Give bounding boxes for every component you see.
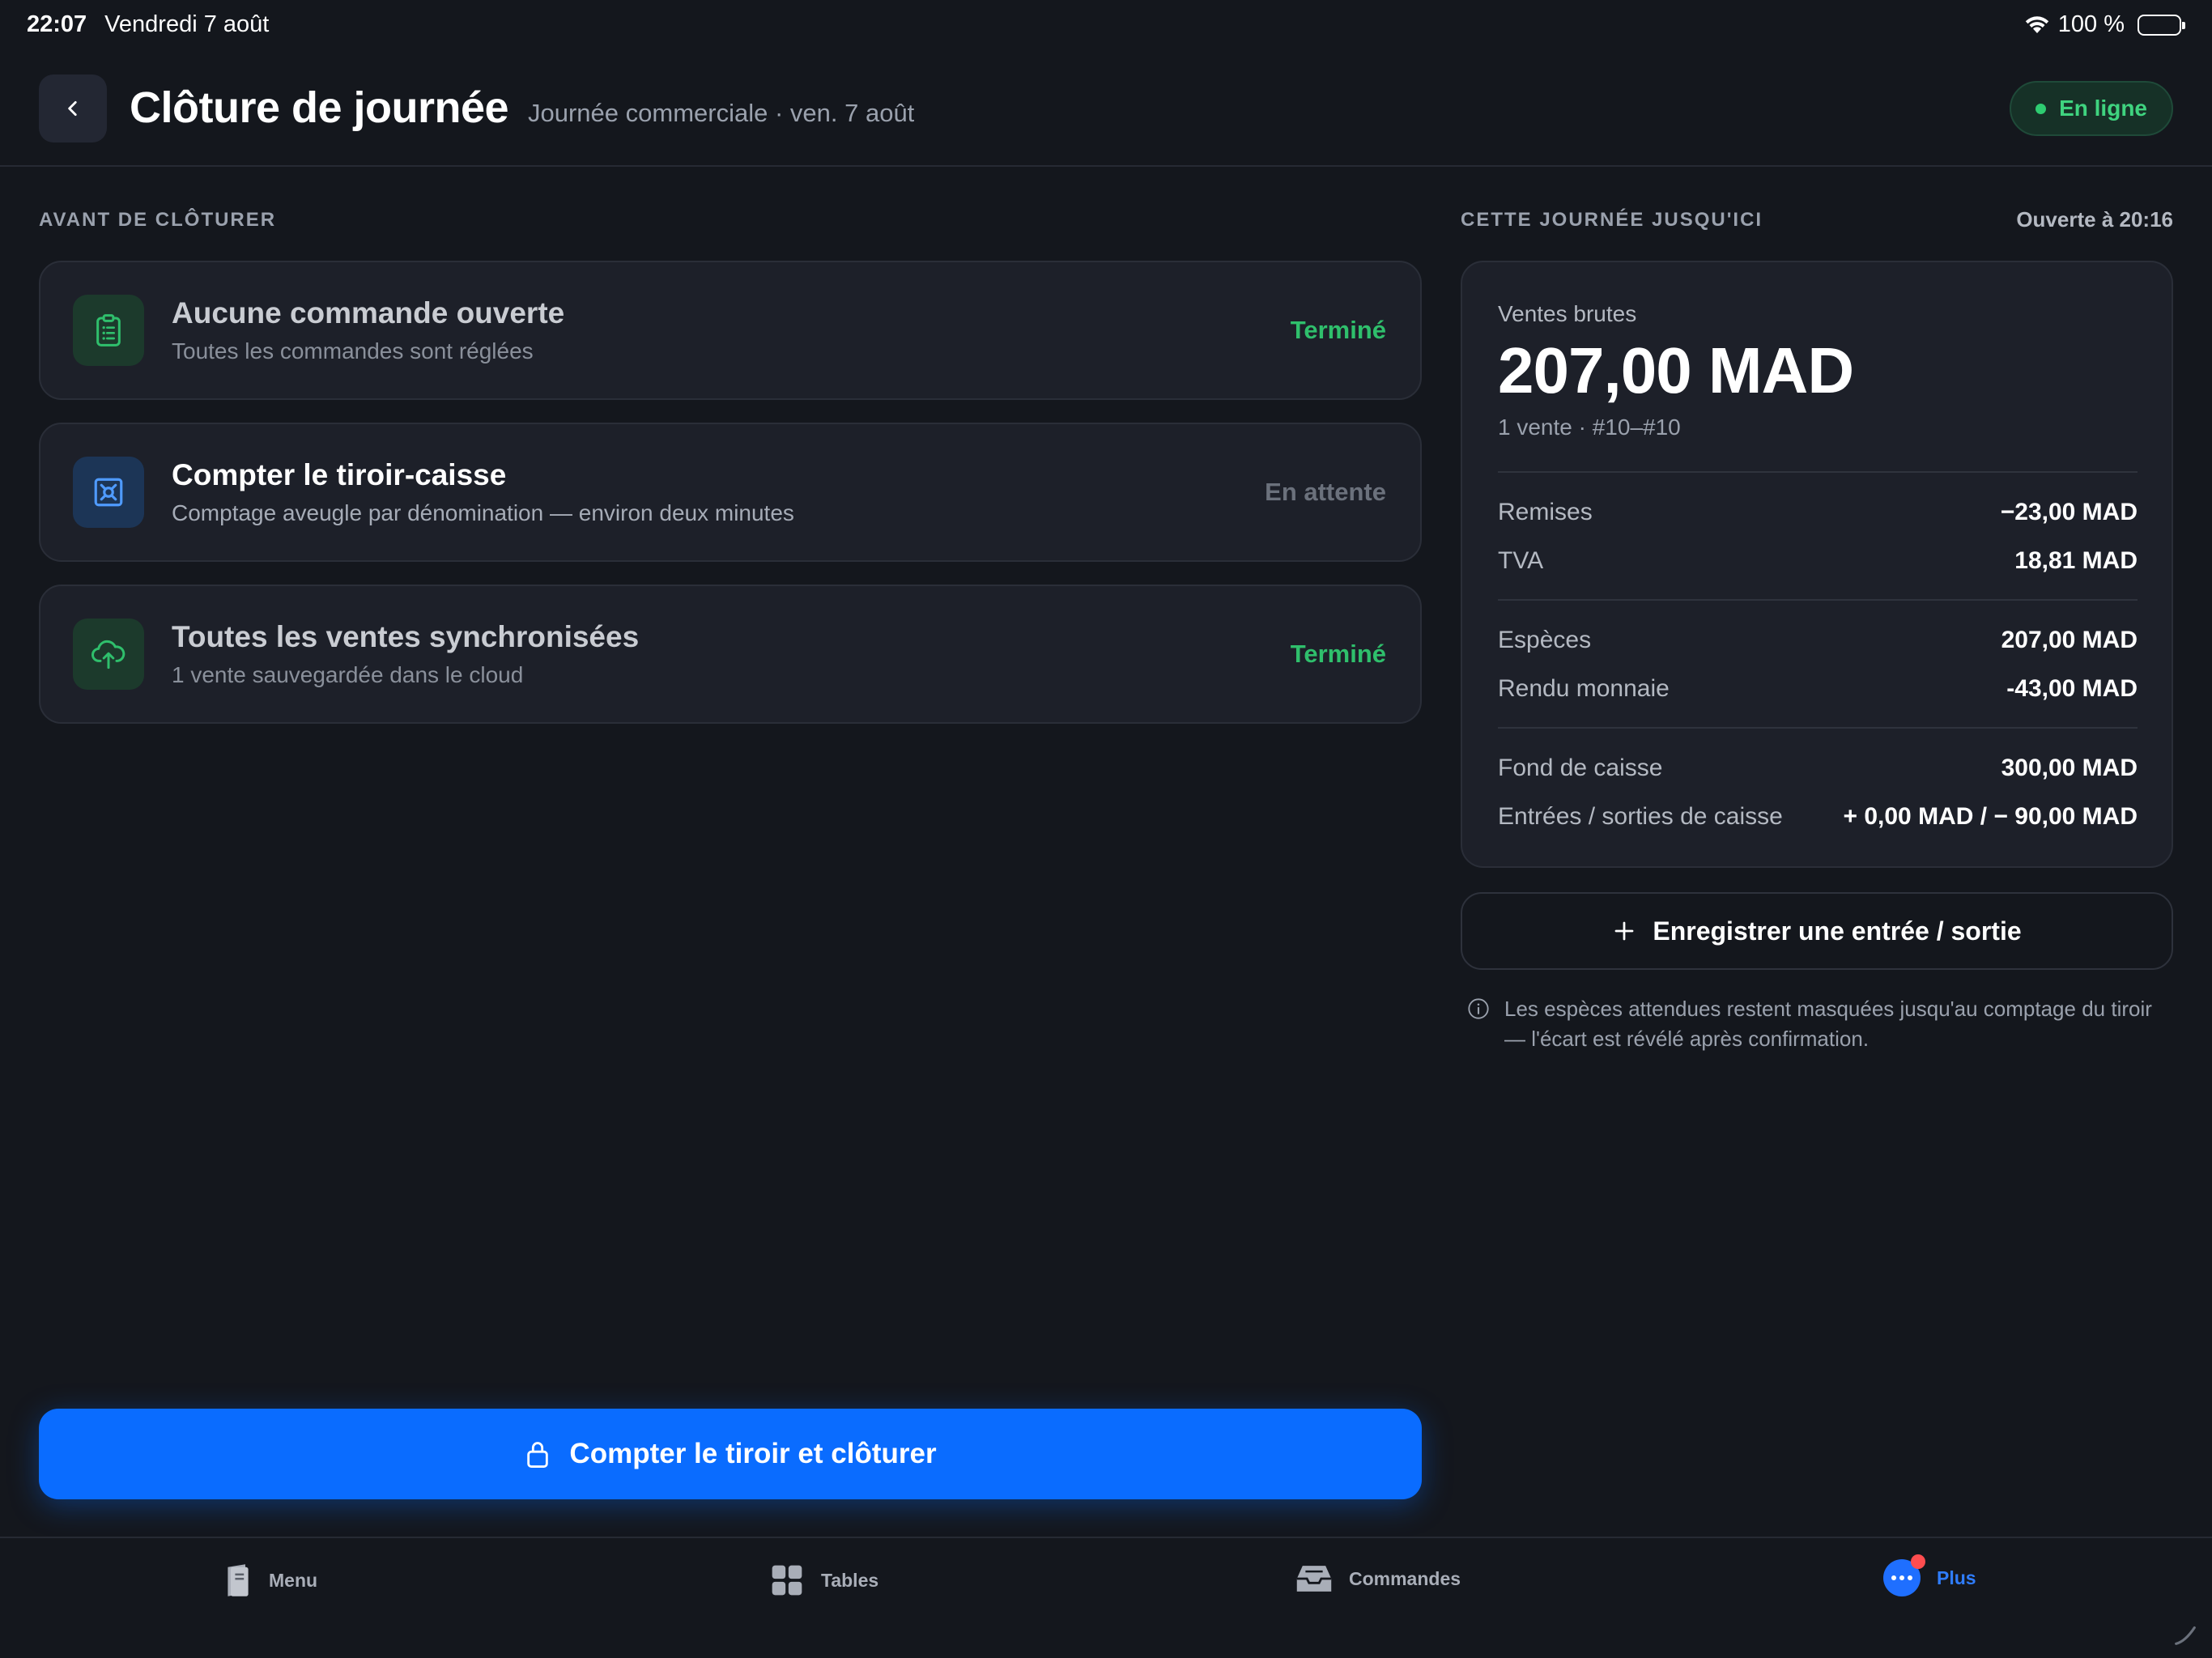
info-icon xyxy=(1467,994,1490,1054)
status-indicators: 100 % xyxy=(2024,11,2185,38)
checklist-item-description: 1 vente sauvegardée dans le cloud xyxy=(172,662,524,687)
row-label: Espèces xyxy=(1498,627,1592,653)
divider xyxy=(1498,599,2138,601)
summary-row-vat: TVA 18,81 MAD xyxy=(1498,547,2138,575)
checklist-item-description: Toutes les commandes sont réglées xyxy=(172,338,534,363)
gross-sales-label: Ventes brutes xyxy=(1498,301,1637,326)
row-value: 207,00 MAD xyxy=(2001,627,2138,653)
clipboard-list-icon xyxy=(73,295,144,366)
tab-label: Plus xyxy=(1937,1567,1976,1588)
row-value: 300,00 MAD xyxy=(2001,755,2138,781)
online-dot-icon xyxy=(2035,103,2047,114)
row-value: -43,00 MAD xyxy=(2006,675,2138,702)
divider xyxy=(1498,727,2138,729)
row-label: Rendu monnaie xyxy=(1498,675,1670,702)
tab-menu[interactable]: Menu xyxy=(223,1562,317,1598)
summary-row-change-given: Rendu monnaie -43,00 MAD xyxy=(1498,675,2138,703)
checklist-item-description: Comptage aveugle par dénomination — envi… xyxy=(172,500,794,525)
checklist-item-status: En attente xyxy=(1265,478,1386,506)
row-label: Fond de caisse xyxy=(1498,755,1663,781)
row-label: TVA xyxy=(1498,547,1544,574)
count-and-close-button[interactable]: Compter le tiroir et clôturer xyxy=(39,1409,1422,1499)
row-label: Entrées / sorties de caisse xyxy=(1498,803,1783,830)
page-subtitle: Journée commerciale · ven. 7 août xyxy=(528,99,915,127)
summary-row-cash: Espèces 207,00 MAD xyxy=(1498,627,2138,654)
resize-handle-icon xyxy=(2172,1621,2199,1648)
status-time-date: 22:07 Vendredi 7 août xyxy=(27,11,269,38)
grid-icon xyxy=(769,1562,805,1598)
status-time: 22:07 xyxy=(27,11,87,37)
row-value: −23,00 MAD xyxy=(2000,499,2138,525)
status-bar: 22:07 Vendredi 7 août 100 % xyxy=(0,0,2212,52)
info-note: Les espèces attendues restent masquées j… xyxy=(1467,994,2163,1054)
record-cash-movement-button[interactable]: Enregistrer une entrée / sortie xyxy=(1461,892,2173,970)
summary-section-label: CETTE JOURNÉE JUSQU'ICI xyxy=(1461,209,1763,231)
checklist-section-label: AVANT DE CLÔTURER xyxy=(39,209,277,231)
sales-count: 1 vente · #10–#10 xyxy=(1498,414,1681,440)
menu-book-icon xyxy=(223,1562,253,1598)
row-label: Remises xyxy=(1498,499,1593,525)
record-cash-movement-label: Enregistrer une entrée / sortie xyxy=(1653,916,2022,946)
summary-row-cash-in-out: Entrées / sorties de caisse + 0,00 MAD /… xyxy=(1498,803,2138,831)
tab-plus[interactable]: Plus xyxy=(1883,1554,1976,1596)
wifi-icon xyxy=(2024,15,2050,35)
summary-row-discounts: Remises −23,00 MAD xyxy=(1498,499,2138,526)
checklist-item-status: Terminé xyxy=(1290,640,1386,668)
checklist-item-title: Compter le tiroir-caisse xyxy=(172,458,507,491)
tab-label: Menu xyxy=(269,1569,318,1591)
tab-label: Tables xyxy=(821,1569,879,1591)
back-button[interactable] xyxy=(39,74,107,142)
checklist-item-open-orders[interactable]: Aucune commande ouverte Toutes les comma… xyxy=(39,261,1422,400)
checklist-item-title: Aucune commande ouverte xyxy=(172,296,565,329)
page-header: Clôture de journée Journée commerciale ·… xyxy=(0,52,2212,167)
notification-dot xyxy=(1911,1554,1925,1569)
tab-bar: Menu Tables Commandes Plus xyxy=(0,1537,2212,1658)
status-date: Vendredi 7 août xyxy=(104,11,270,37)
safe-icon xyxy=(73,457,144,528)
lock-icon xyxy=(524,1439,551,1469)
row-value: 18,81 MAD xyxy=(2014,547,2138,574)
plus-icon xyxy=(1612,919,1636,943)
battery-icon xyxy=(2138,14,2185,36)
chevron-left-icon xyxy=(62,98,83,119)
tab-tables[interactable]: Tables xyxy=(769,1562,878,1598)
online-status-badge: En ligne xyxy=(2010,81,2173,136)
checklist-item-title: Toutes les ventes synchronisées xyxy=(172,620,640,653)
day-summary-card: Ventes brutes 207,00 MAD 1 vente · #10–#… xyxy=(1461,261,2173,868)
online-status-label: En ligne xyxy=(2059,96,2147,121)
page-title: Clôture de journée xyxy=(130,83,509,132)
cloud-upload-icon xyxy=(73,619,144,690)
summary-row-float: Fond de caisse 300,00 MAD xyxy=(1498,755,2138,782)
checklist-item-count-drawer[interactable]: Compter le tiroir-caisse Comptage aveugl… xyxy=(39,423,1422,562)
row-value: + 0,00 MAD / − 90,00 MAD xyxy=(1843,803,2138,830)
tab-commandes[interactable]: Commandes xyxy=(1295,1562,1461,1595)
gross-sales-value: 207,00 MAD xyxy=(1498,334,1854,406)
opened-at-label: Ouverte à 20:16 xyxy=(2016,207,2173,232)
inbox-tray-icon xyxy=(1295,1562,1333,1595)
tab-label: Commandes xyxy=(1349,1567,1461,1589)
count-and-close-label: Compter le tiroir et clôturer xyxy=(569,1438,937,1469)
checklist-item-status: Terminé xyxy=(1290,316,1386,344)
more-icon xyxy=(1883,1554,1925,1596)
divider xyxy=(1498,471,2138,473)
checklist-item-sales-synced[interactable]: Toutes les ventes synchronisées 1 vente … xyxy=(39,585,1422,724)
battery-percent: 100 % xyxy=(2057,11,2125,37)
info-note-text: Les espèces attendues restent masquées j… xyxy=(1504,997,2152,1051)
